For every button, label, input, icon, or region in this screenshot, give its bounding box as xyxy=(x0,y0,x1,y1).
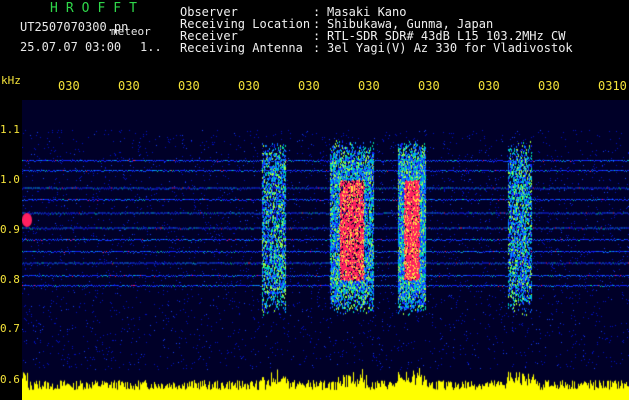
x-tick: 030 xyxy=(538,79,560,93)
y-axis-label: kHz xyxy=(1,74,21,87)
y-tick: 0.6 xyxy=(0,373,20,386)
y-tick: 0.8 xyxy=(0,273,20,286)
x-tick: 0310 xyxy=(598,79,627,93)
x-tick: 030 xyxy=(478,79,500,93)
y-tick: 1.1 xyxy=(0,123,20,136)
y-tick: 0.7 xyxy=(0,322,20,335)
y-tick: 0.9 xyxy=(0,223,20,236)
x-tick: 030 xyxy=(358,79,380,93)
antenna-value: 3el Yagi(V) Az 330 for Vladivostok xyxy=(327,41,573,55)
x-tick: 030 xyxy=(418,79,440,93)
y-tick: 1.0 xyxy=(0,173,20,186)
antenna-label: Receiving Antenna xyxy=(180,41,303,55)
x-tick: 030 xyxy=(58,79,80,93)
page-indicator: 1.. xyxy=(140,40,162,54)
x-tick: 030 xyxy=(178,79,200,93)
x-tick: 030 xyxy=(118,79,140,93)
separator: : xyxy=(313,41,321,55)
mode-label: meteor xyxy=(111,25,151,38)
spectrogram-plot xyxy=(22,100,629,400)
x-tick: 030 xyxy=(298,79,320,93)
datetime-label: 25.07.07 03:00 xyxy=(20,40,122,54)
brand-title: HROFFT xyxy=(50,1,145,16)
x-tick: 030 xyxy=(238,79,260,93)
